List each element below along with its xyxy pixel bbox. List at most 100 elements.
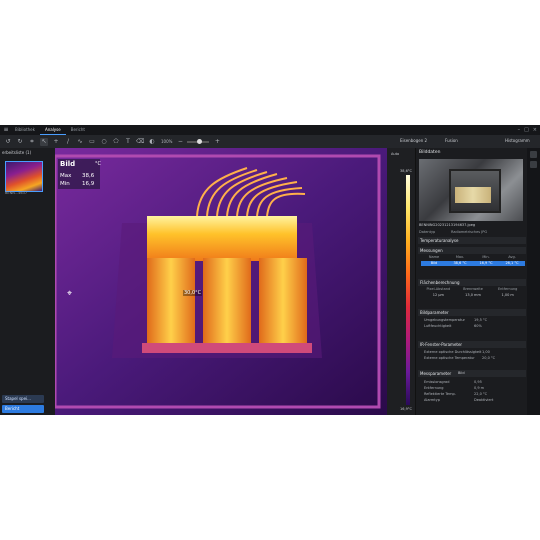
mess-value[interactable]: 22,0 °C (474, 392, 487, 396)
rotate-left-icon[interactable]: ↺ (4, 138, 12, 146)
overlay-max-value: 38,6 (82, 173, 95, 179)
view-dropdown[interactable]: Histogramm (505, 137, 530, 145)
mode-dropdown[interactable]: Fusion (445, 137, 458, 145)
ir-label: Externe optische Durchlässigkeit (424, 350, 482, 354)
mess-value[interactable]: 0,95 (474, 380, 482, 384)
scale-gradient[interactable] (406, 175, 410, 405)
mess-value[interactable]: Deaktiviert (474, 398, 493, 402)
zoom-slider[interactable] (187, 138, 210, 144)
tab-library[interactable]: Bibliothek (10, 125, 40, 135)
tab-report[interactable]: Bericht (66, 125, 90, 135)
mess-label: Emissionsgrad (424, 380, 450, 384)
section-image-parameters[interactable]: Bildparameter Umgebungstemperatur 19,5 °… (418, 309, 526, 333)
text-icon[interactable]: T (124, 138, 132, 146)
crosshair-icon: ⌖ (67, 289, 73, 299)
mess-label: Entfernung (424, 386, 444, 390)
section-header[interactable]: Temperaturanalyse (418, 237, 526, 244)
overlay-max-label: Max (60, 173, 72, 179)
maximize-icon[interactable]: □ (524, 125, 529, 135)
close-icon[interactable]: × (533, 125, 537, 135)
section-header[interactable]: IR-Fenster-Parameter (418, 341, 526, 348)
palette-icon[interactable]: ◐ (148, 138, 156, 146)
palette-dropdown[interactable]: Eisenbogen 2 (400, 137, 427, 145)
report-button[interactable]: Bericht (2, 405, 44, 413)
delete-icon[interactable]: ⌫ (136, 138, 144, 146)
coil-right (259, 258, 307, 343)
overlay-unit: °C (95, 161, 101, 167)
thermal-image-canvas[interactable]: Bild °C Max 38,6 Min 16,9 30,0°C ⌖ (47, 148, 387, 415)
section-measurements[interactable]: Messungen Name Max. Min. Avg. Bild 38,6 … (418, 247, 526, 275)
image-info-overlay: Bild °C Max 38,6 Min 16,9 (58, 159, 101, 189)
scale-max: 38,6°C (400, 169, 412, 173)
toolbar: ↺ ↻ ⌗ ↖ + / ∿ ▭ ○ ⬠ T ⌫ ◐ 100% − + Eisen… (0, 135, 540, 149)
settings-icon[interactable] (530, 161, 537, 168)
section-header[interactable]: Bildparameter (418, 309, 526, 316)
param-label: Luftfeuchtigkeit (424, 324, 452, 328)
meta-label: Datentyp (419, 230, 436, 234)
overlay-min-label: Min (60, 181, 70, 187)
scale-mode[interactable]: Auto (391, 152, 399, 156)
mess-label: Reflektierte Temp. (424, 392, 456, 396)
section-area-calculation[interactable]: Flächenberechnung Pixel-Abstand Brennwei… (418, 279, 526, 307)
polygon-icon[interactable]: ⬠ (112, 138, 120, 146)
section-temperature-analysis[interactable]: Temperaturanalyse (418, 237, 526, 245)
param-value: 60% (474, 324, 482, 328)
zoom-slider-knob[interactable] (197, 138, 203, 144)
section-ir-window[interactable]: IR-Fenster-Parameter Externe optische Du… (418, 341, 526, 365)
titlebar: ≡ Bibliothek Analyse Bericht – □ × (0, 125, 540, 135)
ir-value: 1,00 (482, 350, 490, 354)
app-window: ≡ Bibliothek Analyse Bericht – □ × ↺ ↻ ⌗… (0, 125, 540, 415)
rotate-right-icon[interactable]: ↻ (16, 138, 24, 146)
visual-photo (419, 159, 523, 221)
point-icon[interactable]: + (52, 138, 60, 146)
rectangle-icon[interactable]: ▭ (88, 138, 96, 146)
zoom-in-icon[interactable]: + (213, 138, 221, 146)
tab-analysis[interactable]: Analyse (39, 125, 66, 135)
table-row[interactable]: Bild 38,6 °C 16,9 °C 26,1 °C (421, 261, 525, 266)
app-menu-icon[interactable]: ≡ (2, 126, 10, 134)
photo-components (455, 187, 491, 203)
image-thumbnail[interactable] (5, 161, 43, 192)
section-header[interactable]: Flächenberechnung (418, 279, 526, 286)
coil-left (147, 258, 195, 343)
mess-label: Alarmtyp (424, 398, 440, 402)
overlay-title: Bild (60, 160, 76, 168)
overlay-min-value: 16,9 (82, 181, 95, 187)
panel-title: Bilddaten (419, 150, 441, 155)
image-data-panel: Bilddaten BENNING20231213194637.jpeg Dat… (415, 148, 528, 415)
ir-value: 20,0 °C (482, 356, 496, 360)
param-label: Umgebungstemperatur (424, 318, 465, 322)
file-name: BENNING20231213194637.jpeg (419, 223, 476, 227)
worklist-title: erbeitsliste (1) (2, 150, 32, 155)
ir-label: Externe optische Temperatur (424, 356, 475, 360)
measure-table-header: Name Max. Min. Avg. (428, 255, 516, 259)
measure-scope-dropdown[interactable]: Bild (458, 371, 465, 375)
transformer-top (147, 216, 297, 261)
zoom-out-icon[interactable]: − (176, 138, 184, 146)
meta-value: Radiometrisches JPG (451, 230, 488, 234)
thumbnail-label: BENN...4637 (5, 191, 28, 195)
cursor-icon[interactable]: ↖ (40, 137, 48, 146)
coil-middle (203, 258, 251, 343)
section-measure-parameters[interactable]: Messparameter Bild Emissionsgrad 0,95 En… (418, 370, 526, 412)
worklist-sidebar: erbeitsliste (1) BENN...4637 Stapel spei… (0, 148, 48, 415)
spot-temperature: 30,0°C (183, 290, 203, 296)
minimize-icon[interactable]: – (518, 125, 521, 135)
area-value-row: 12 µm 13,0 mm 1,00 m (432, 293, 514, 297)
ellipse-icon[interactable]: ○ (100, 138, 108, 146)
scale-min: 16,9°C (400, 407, 412, 411)
param-value: 19,5 °C (474, 318, 488, 322)
left-edge (47, 148, 55, 415)
section-header[interactable]: Messparameter (418, 370, 526, 377)
crop-icon[interactable]: ⌗ (28, 138, 36, 146)
section-header[interactable]: Messungen (418, 247, 526, 254)
color-scale: Auto 38,6°C 16,9°C (387, 148, 415, 415)
mess-value[interactable]: 0,9 m (474, 386, 484, 390)
line-icon[interactable]: / (64, 138, 72, 146)
zoom-level[interactable]: 100% (161, 139, 172, 144)
save-stack-button[interactable]: Stapel spei... (2, 395, 44, 403)
image-data-icon[interactable] (530, 151, 537, 158)
area-header-row: Pixel-Abstand Brennweite Entfernung (426, 287, 518, 291)
polyline-icon[interactable]: ∿ (76, 138, 84, 146)
base-plate (142, 343, 312, 353)
